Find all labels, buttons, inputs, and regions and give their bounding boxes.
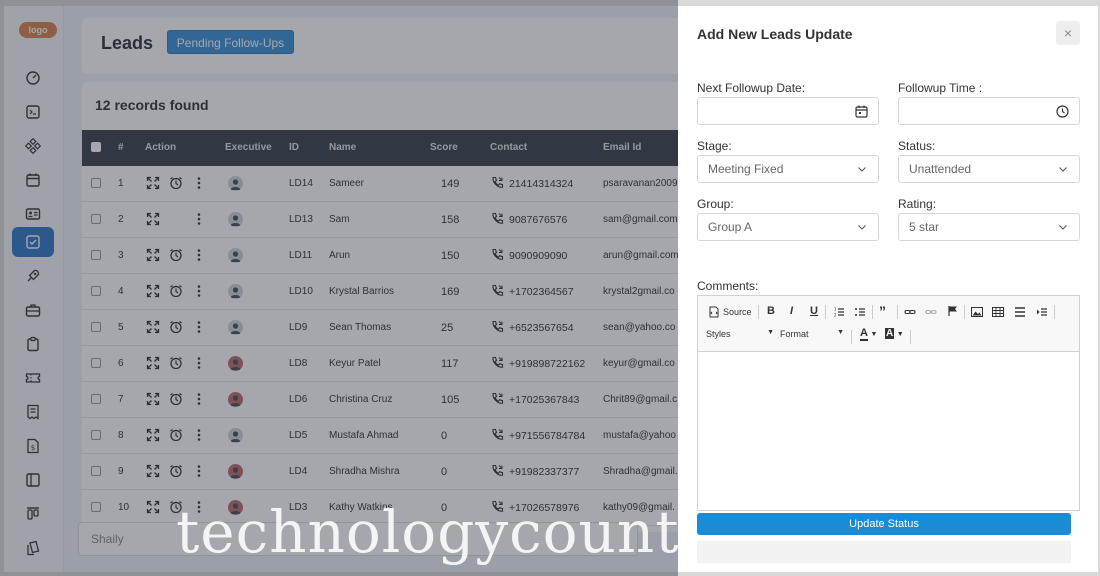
editor-toolbar: Source B I U 12 ” Styles ▼ Format ▼ A ▼ … (698, 296, 1079, 352)
close-button[interactable]: × (1056, 21, 1080, 45)
caret-down-icon: ▼ (837, 329, 844, 336)
update-status-button[interactable]: Update Status (697, 513, 1071, 535)
chevron-down-icon (858, 225, 866, 230)
text-color-icon: A (860, 327, 868, 341)
blockquote-button[interactable]: ” (879, 303, 886, 319)
anchor-flag-icon[interactable] (947, 305, 959, 317)
bullet-list-icon[interactable] (854, 306, 866, 318)
drawer-title: Add New Leads Update (697, 26, 853, 42)
modal-backdrop[interactable] (0, 0, 678, 576)
chevron-down-icon (1059, 225, 1067, 230)
status-value: Unattended (909, 162, 972, 176)
close-icon: × (1063, 25, 1073, 41)
next-followup-date-label: Next Followup Date: (697, 81, 806, 95)
toolbar-separator (964, 305, 965, 319)
svg-text:2: 2 (834, 313, 837, 318)
clock-icon (1056, 105, 1069, 118)
background-color-button[interactable]: A ▼ (885, 328, 905, 344)
status-label: Status: (898, 139, 936, 153)
source-icon (709, 306, 719, 318)
next-followup-date-input[interactable] (697, 97, 879, 125)
numbered-list-icon[interactable]: 12 (833, 306, 845, 318)
stage-value: Meeting Fixed (708, 162, 784, 176)
italic-button[interactable]: I (790, 305, 793, 317)
toolbar-separator (897, 305, 898, 319)
group-label: Group: (697, 197, 734, 211)
comments-editor[interactable]: Source B I U 12 ” Styles ▼ Format ▼ A ▼ … (697, 295, 1080, 511)
image-icon[interactable] (971, 306, 983, 318)
group-value: Group A (708, 220, 753, 234)
drawer-footer (697, 541, 1071, 563)
toolbar-separator (1054, 305, 1055, 319)
background-color-icon: A (885, 328, 895, 339)
styles-dropdown-label: Styles (706, 329, 731, 339)
rating-select[interactable]: 5 star (898, 213, 1080, 241)
rating-label: Rating: (898, 197, 937, 211)
toolbar-separator (758, 305, 759, 319)
toolbar-separator (851, 330, 852, 344)
unlink-icon[interactable] (925, 306, 937, 318)
stage-label: Stage: (697, 139, 732, 153)
chevron-down-icon (1059, 167, 1067, 172)
add-leads-update-drawer: Add New Leads Update × Next Followup Dat… (678, 6, 1098, 572)
stage-select[interactable]: Meeting Fixed (697, 155, 879, 183)
table-icon[interactable] (992, 306, 1004, 318)
calendar-icon (855, 105, 868, 118)
status-select[interactable]: Unattended (898, 155, 1080, 183)
followup-time-input[interactable] (898, 97, 1080, 125)
format-dropdown[interactable]: Format ▼ (780, 329, 844, 345)
toolbar-separator (825, 305, 826, 319)
followup-time-label: Followup Time : (898, 81, 983, 95)
styles-dropdown[interactable]: Styles ▼ (706, 329, 774, 345)
horizontal-rule-icon[interactable] (1014, 306, 1026, 318)
link-icon[interactable] (904, 306, 916, 318)
group-select[interactable]: Group A (697, 213, 879, 241)
caret-down-icon: ▼ (767, 329, 774, 336)
indent-icon[interactable] (1036, 306, 1048, 318)
toolbar-separator (910, 330, 911, 344)
caret-down-icon: ▼ (896, 331, 904, 338)
underline-button[interactable]: U (810, 305, 818, 317)
format-dropdown-label: Format (780, 329, 809, 339)
svg-text:1: 1 (834, 307, 837, 312)
rating-value: 5 star (909, 220, 940, 234)
text-color-button[interactable]: A ▼ (860, 327, 880, 344)
comments-label: Comments: (697, 279, 759, 293)
toolbar-separator (872, 305, 873, 319)
chevron-down-icon (858, 167, 866, 172)
caret-down-icon: ▼ (870, 331, 878, 338)
bold-button[interactable]: B (767, 305, 775, 317)
source-button[interactable]: Source (723, 307, 752, 317)
